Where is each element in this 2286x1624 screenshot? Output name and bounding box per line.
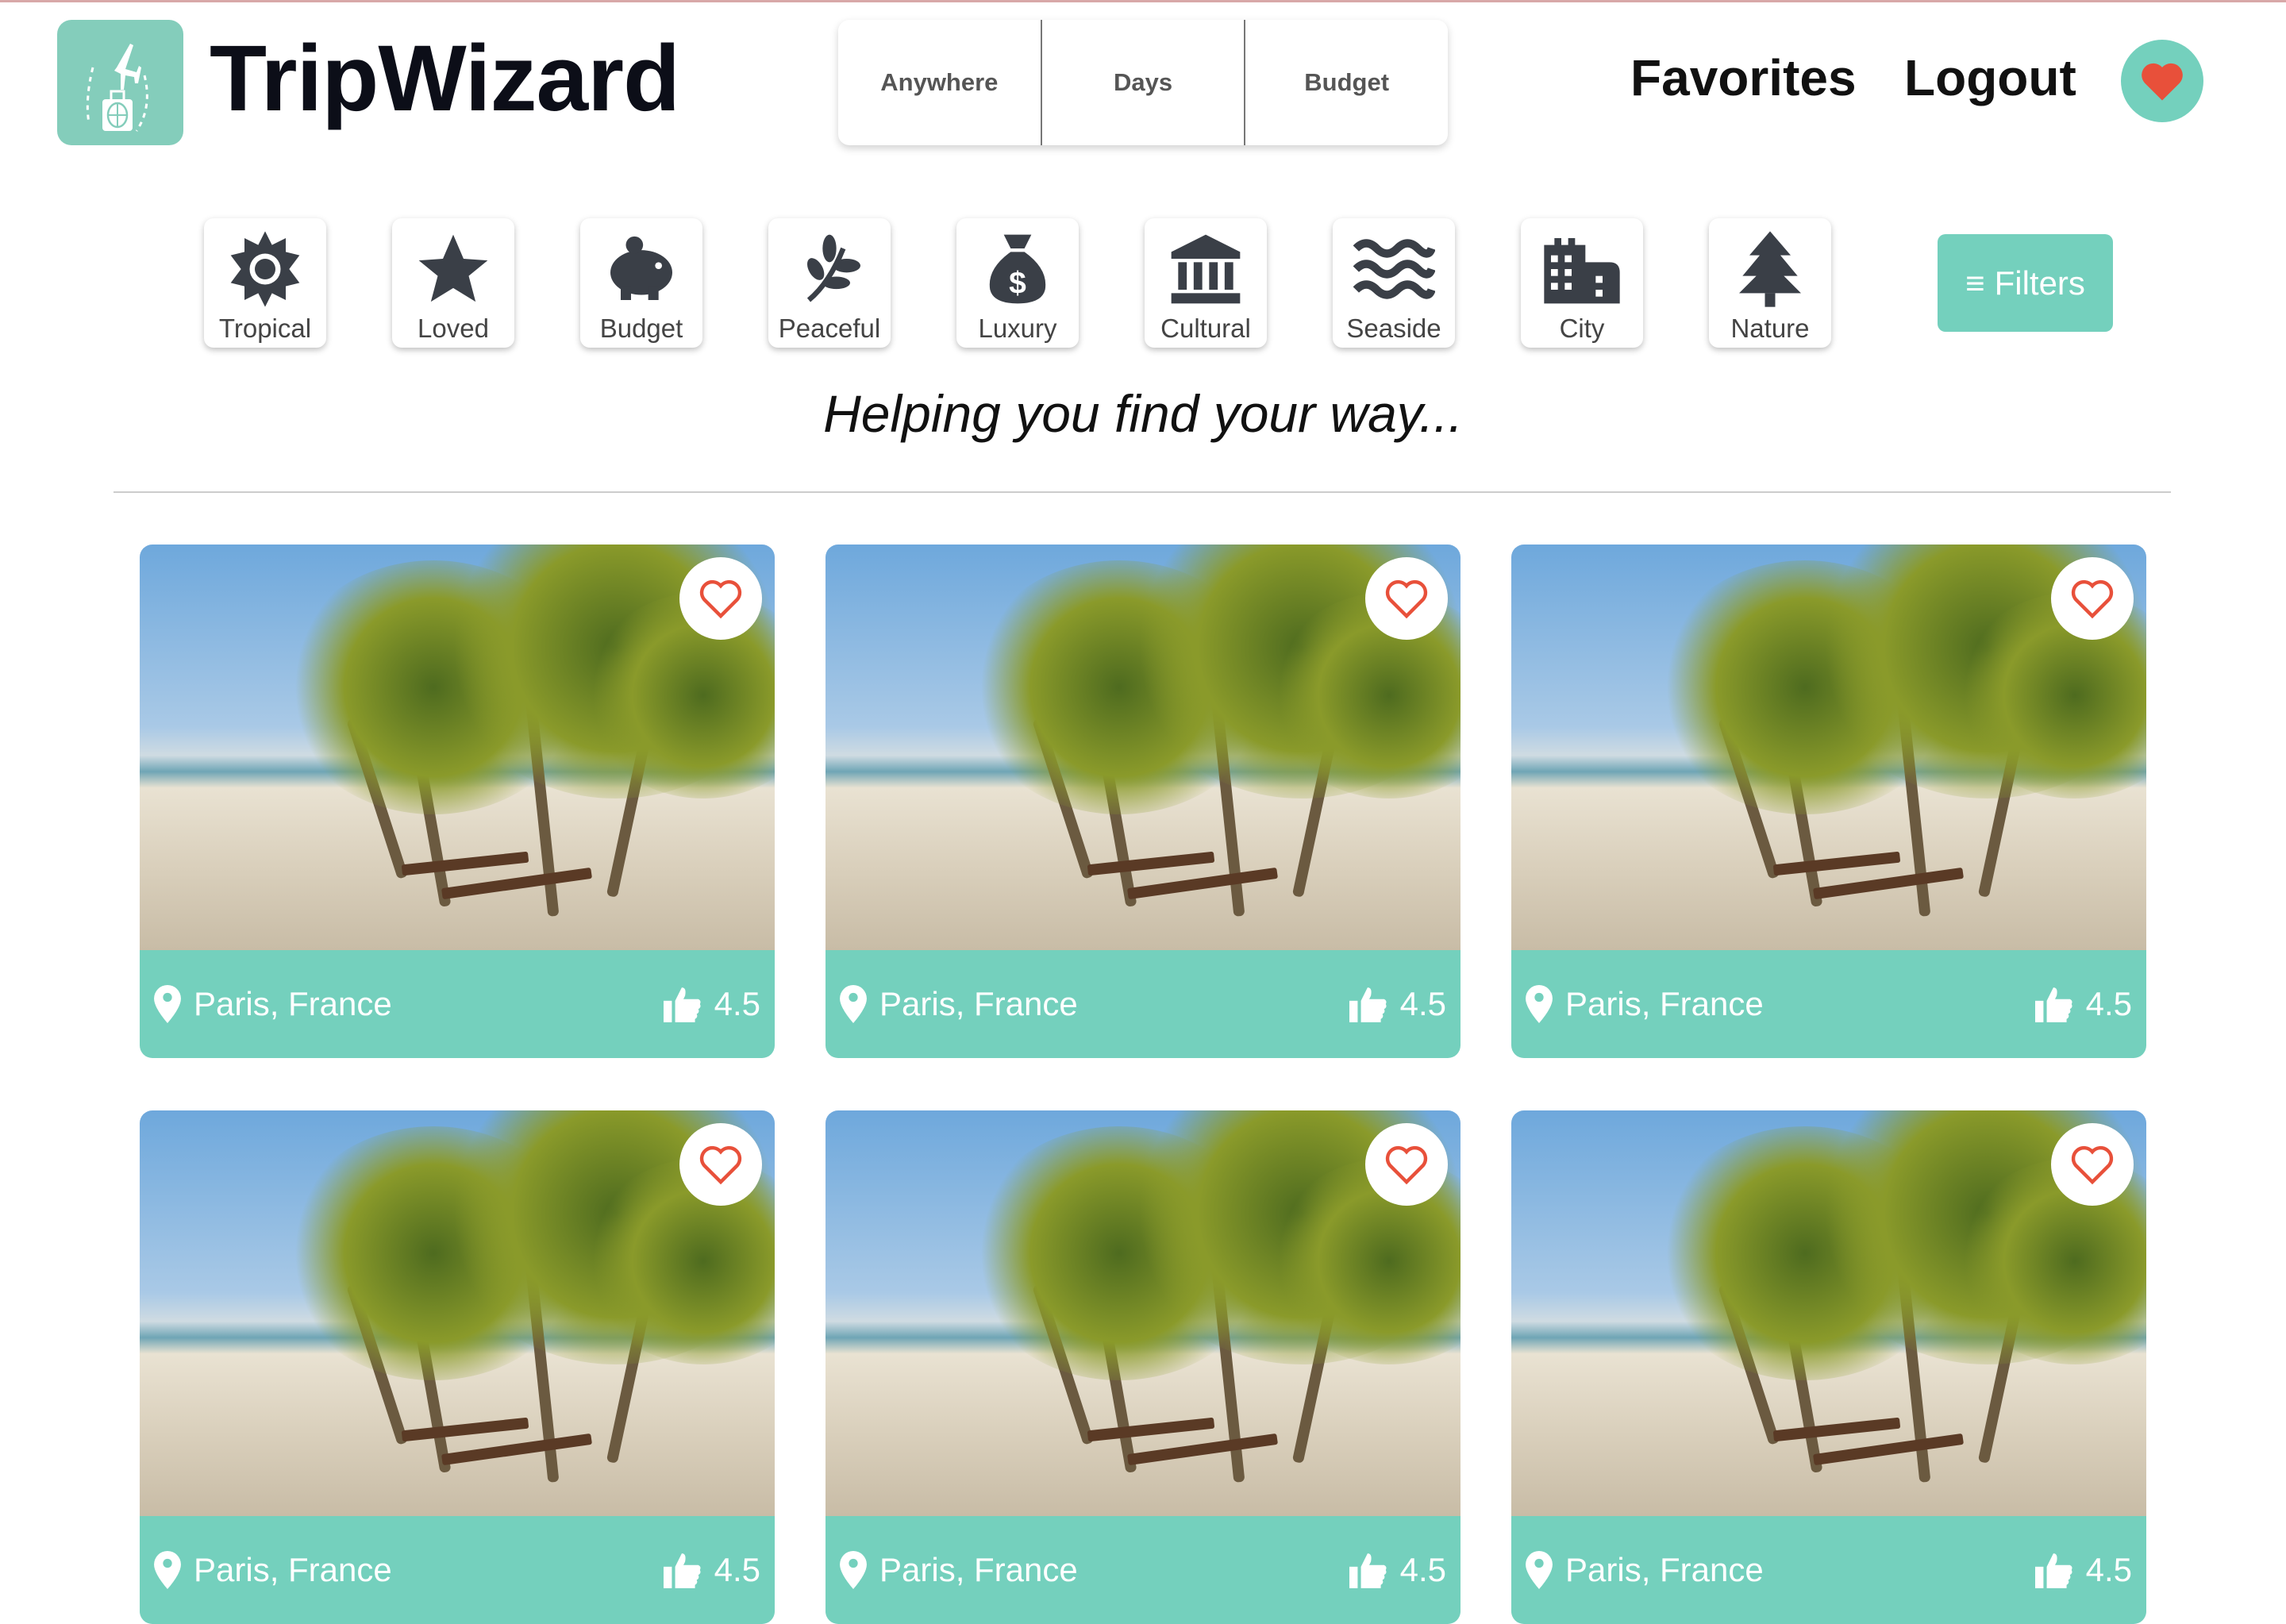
suitcase-plane-icon (86, 44, 148, 132)
waves-icon (1353, 239, 1435, 299)
favorite-button[interactable] (2051, 557, 2134, 640)
category-tropical[interactable]: Tropical (204, 218, 326, 348)
heart-outline-icon (2071, 1145, 2114, 1185)
map-pin-icon (840, 1551, 867, 1589)
heart-outline-icon (1385, 1145, 1428, 1185)
favorite-button[interactable] (2051, 1123, 2134, 1206)
location-label: Paris, France (1565, 1551, 1764, 1588)
card-footer: Paris, France 4.5 (826, 1516, 1460, 1624)
category-nature[interactable]: Nature (1709, 218, 1831, 348)
favorite-button[interactable] (679, 557, 762, 640)
brand-title[interactable]: TripWizard (210, 25, 680, 133)
card-footer: Paris, France 4.5 (1511, 950, 2146, 1058)
search-budget[interactable]: Budget (1245, 20, 1448, 145)
heart-outline-icon (2071, 579, 2114, 619)
divider (114, 491, 2171, 493)
category-peaceful[interactable]: Peaceful (768, 218, 891, 348)
category-label: Loved (418, 314, 489, 343)
heart-outline-icon (699, 579, 742, 619)
favorite-button[interactable] (679, 1123, 762, 1206)
filters-button[interactable]: ≡ Filters (1938, 234, 2113, 332)
card-footer: Paris, France 4.5 (140, 1516, 775, 1624)
category-seaside[interactable]: Seaside (1333, 218, 1455, 348)
category-luxury[interactable]: $ Luxury (956, 218, 1079, 348)
svg-text:$: $ (1009, 266, 1026, 300)
category-label: Tropical (218, 314, 312, 343)
category-label: Nature (1730, 314, 1810, 343)
category-budget[interactable]: Budget (580, 218, 702, 348)
map-pin-icon (840, 985, 867, 1023)
destination-card[interactable]: Paris, France 4.5 (1511, 1110, 2146, 1624)
category-loved[interactable]: Loved (392, 218, 514, 348)
destination-card[interactable]: Paris, France 4.5 (140, 545, 775, 1058)
favorite-button[interactable] (1365, 1123, 1448, 1206)
card-footer: Paris, France 4.5 (826, 950, 1460, 1058)
destination-card[interactable]: Paris, France 4.5 (826, 1110, 1460, 1624)
filters-label: Filters (1994, 264, 2085, 302)
star-icon (418, 234, 488, 302)
sun-icon (230, 231, 300, 307)
location-label: Paris, France (1565, 985, 1764, 1022)
thumbs-up-icon (2034, 1553, 2072, 1588)
category-label: Peaceful (778, 314, 881, 343)
search-where[interactable]: Anywhere (838, 20, 1042, 145)
favorites-heart-button[interactable] (2121, 40, 2203, 122)
destination-card[interactable]: Paris, France 4.5 (1511, 545, 2146, 1058)
location-label: Paris, France (194, 1551, 392, 1588)
map-pin-icon (1526, 985, 1553, 1023)
favorite-button[interactable] (1365, 557, 1448, 640)
thumbs-up-icon (663, 1553, 701, 1588)
card-footer: Paris, France 4.5 (140, 950, 775, 1058)
location-label: Paris, France (194, 985, 392, 1022)
heart-outline-icon (699, 1145, 742, 1185)
card-footer: Paris, France 4.5 (1511, 1516, 2146, 1624)
rating-value: 4.5 (1399, 1551, 1446, 1588)
search-days[interactable]: Days (1042, 20, 1246, 145)
logo[interactable] (57, 20, 183, 145)
thumbs-up-icon (1349, 1553, 1387, 1588)
money-bag-icon: $ (989, 234, 1046, 304)
favorites-link[interactable]: Favorites (1630, 48, 1857, 107)
category-city[interactable]: City (1521, 218, 1643, 348)
rating-value: 4.5 (2085, 1551, 2132, 1588)
search-bar: Anywhere Days Budget (838, 20, 1448, 145)
category-cultural[interactable]: Cultural (1145, 218, 1267, 348)
category-label: Luxury (978, 314, 1057, 343)
heart-outline-icon (1385, 579, 1428, 619)
rating-value: 4.5 (714, 985, 760, 1022)
category-label: Seaside (1346, 314, 1441, 343)
logout-link[interactable]: Logout (1904, 48, 2076, 107)
rating-value: 4.5 (714, 1551, 760, 1588)
heart-icon (2142, 63, 2183, 101)
rating-value: 4.5 (2085, 985, 2132, 1022)
rating-value: 4.5 (1399, 985, 1446, 1022)
category-label: Budget (599, 314, 683, 343)
category-label: City (1559, 314, 1605, 343)
tree-icon (1739, 231, 1801, 307)
map-pin-icon (154, 985, 181, 1023)
thumbs-up-icon (2034, 987, 2072, 1022)
destination-card[interactable]: Paris, France 4.5 (826, 545, 1460, 1058)
thumbs-up-icon (1349, 987, 1387, 1022)
location-label: Paris, France (879, 1551, 1078, 1588)
map-pin-icon (154, 1551, 181, 1589)
seedling-icon (806, 234, 860, 302)
thumbs-up-icon (663, 987, 701, 1022)
menu-icon: ≡ (1965, 264, 1985, 302)
tagline: Helping you find your way... (823, 384, 1463, 443)
city-icon (1544, 238, 1620, 304)
destination-card[interactable]: Paris, France 4.5 (140, 1110, 775, 1624)
location-label: Paris, France (879, 985, 1078, 1022)
piggy-bank-icon (610, 236, 672, 300)
category-label: Cultural (1160, 314, 1251, 343)
map-pin-icon (1526, 1551, 1553, 1589)
landmark-icon (1171, 234, 1241, 304)
